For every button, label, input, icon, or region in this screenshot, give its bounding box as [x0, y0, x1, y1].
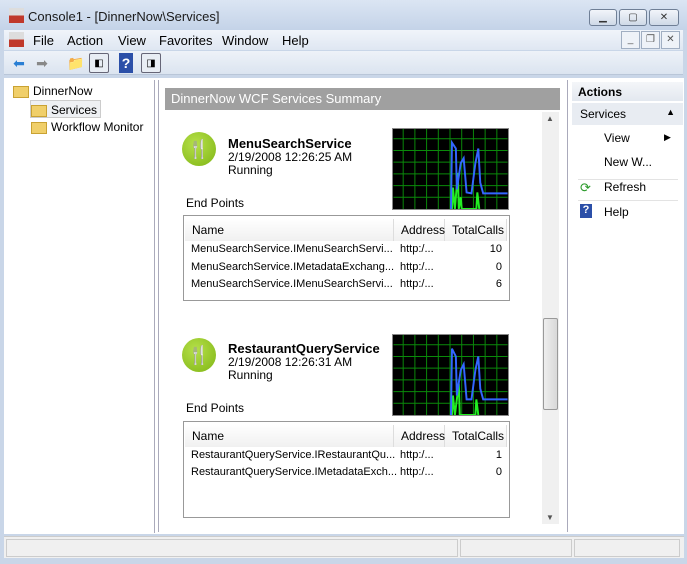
refresh-icon: ⟳: [580, 180, 591, 195]
tree-label: Workflow Monitor: [51, 120, 144, 134]
service-status: Running: [228, 163, 273, 177]
service-date: 2/19/2008 12:26:25 AM: [228, 150, 353, 164]
action-label: Help: [604, 205, 629, 219]
forward-icon[interactable]: ➡: [32, 53, 52, 73]
endpoints-label: End Points: [186, 196, 245, 210]
cell-address: http:/...: [400, 449, 434, 461]
menu-action[interactable]: Action: [67, 33, 103, 48]
activity-graph: [392, 334, 509, 416]
cell-totalcalls: 10: [489, 243, 502, 255]
show-hide-tree-icon[interactable]: ◧: [89, 53, 109, 73]
close-button[interactable]: ✕: [649, 9, 679, 26]
divider: [578, 200, 678, 201]
help-icon[interactable]: ?: [119, 53, 133, 73]
tree-label: DinnerNow: [33, 84, 93, 98]
service-name: RestaurantQueryService: [228, 341, 380, 356]
action-new-window[interactable]: New W...: [604, 155, 652, 169]
column-header-name[interactable]: Name: [185, 425, 394, 447]
scrollbar-thumb[interactable]: [543, 318, 558, 410]
action-label: New W...: [604, 155, 653, 169]
menu-window[interactable]: Window: [222, 33, 268, 48]
menu-bar: File Action View Favorites Window Help: [4, 30, 683, 50]
up-folder-icon[interactable]: 📁: [66, 53, 86, 73]
cell-totalcalls: 1: [495, 449, 502, 461]
cell-totalcalls: 0: [495, 466, 502, 478]
service-icon: 🍴: [182, 338, 216, 372]
action-view[interactable]: View: [604, 131, 630, 145]
tree-pane: DinnerNow Services Workflow Monitor: [5, 80, 155, 533]
back-icon[interactable]: ⬅: [9, 53, 29, 73]
service-name: MenuSearchService: [228, 136, 352, 151]
column-header-address[interactable]: Address: [394, 219, 445, 241]
cell-totalcalls: 0: [495, 261, 502, 273]
action-refresh[interactable]: Refresh: [604, 180, 646, 194]
status-bar: [4, 536, 684, 558]
cell-name: MenuSearchService.IMenuSearchServi...: [191, 243, 393, 255]
tree-item-dinnernow[interactable]: DinnerNow: [13, 82, 92, 100]
endpoints-label: End Points: [186, 401, 245, 415]
actions-pane: Actions Services ▲ View ▶ New W... ⟳ Refr…: [572, 80, 683, 533]
menu-file[interactable]: File: [33, 33, 54, 48]
column-header-address[interactable]: Address: [394, 425, 445, 447]
app-icon: [9, 8, 24, 23]
folder-icon: [13, 85, 29, 98]
service-status: Running: [228, 368, 273, 382]
cell-address: http:/...: [400, 466, 434, 478]
action-help[interactable]: Help: [604, 205, 629, 219]
cell-totalcalls: 6: [495, 278, 502, 290]
submenu-arrow-icon: ▶: [664, 132, 671, 142]
tree-item-services[interactable]: Services: [30, 100, 102, 118]
child-minimize-button[interactable]: _: [621, 31, 640, 49]
status-segment: [460, 539, 572, 557]
window-title: Console1 - [DinnerNow\Services]: [28, 9, 220, 24]
toolbar: ⬅ ➡ 📁 ◧ ? ◨: [4, 51, 683, 75]
cell-address: http:/...: [400, 261, 434, 273]
action-label: Refresh: [604, 180, 647, 194]
status-segment: [6, 539, 458, 557]
scroll-up-icon[interactable]: ▲: [546, 114, 554, 123]
summary-header: DinnerNow WCF Services Summary: [165, 88, 560, 110]
service-icon: 🍴: [182, 132, 216, 166]
menu-view[interactable]: View: [118, 33, 146, 48]
column-header-totalcalls[interactable]: TotalCalls: [445, 425, 507, 447]
actions-section-services[interactable]: Services ▲: [572, 103, 683, 125]
activity-graph: [392, 128, 509, 210]
folder-icon: [31, 121, 47, 134]
endpoints-table: Name Address TotalCalls RestaurantQueryS…: [183, 421, 510, 518]
child-restore-button[interactable]: ❐: [641, 31, 660, 49]
child-close-button[interactable]: ✕: [661, 31, 680, 49]
cell-name: RestaurantQueryService.IRestaurantQu...: [191, 449, 396, 461]
menu-favorites[interactable]: Favorites: [159, 33, 212, 48]
cell-name: MenuSearchService.IMenuSearchServi...: [191, 278, 393, 290]
mmc-icon: [9, 32, 24, 47]
scroll-down-icon[interactable]: ▼: [546, 513, 554, 522]
service-date: 2/19/2008 12:26:31 AM: [228, 355, 353, 369]
cell-address: http:/...: [400, 243, 434, 255]
cell-name: RestaurantQueryService.IMetadataExch...: [191, 466, 398, 478]
collapse-icon: ▲: [666, 107, 675, 117]
actions-header: Actions: [572, 82, 683, 101]
cell-name: MenuSearchService.IMetadataExchang...: [191, 261, 395, 273]
status-segment: [574, 539, 680, 557]
minimize-button[interactable]: ▁: [589, 9, 617, 26]
endpoints-table: Name Address TotalCalls MenuSearchServic…: [183, 215, 510, 301]
title-bar: Console1 - [DinnerNow\Services] ▁ ▢ ✕: [0, 0, 687, 30]
show-hide-action-pane-icon[interactable]: ◨: [141, 53, 161, 73]
column-header-name[interactable]: Name: [185, 219, 394, 241]
cell-address: http:/...: [400, 278, 434, 290]
help-icon: ?: [580, 204, 592, 218]
menu-help[interactable]: Help: [282, 33, 309, 48]
folder-icon: [31, 104, 47, 117]
maximize-button[interactable]: ▢: [619, 9, 647, 26]
column-header-totalcalls[interactable]: TotalCalls: [445, 219, 507, 241]
section-label: Services: [580, 107, 627, 121]
tree-label: Services: [51, 103, 98, 117]
tree-item-workflow-monitor[interactable]: Workflow Monitor: [31, 118, 143, 136]
action-label: View: [604, 131, 630, 145]
